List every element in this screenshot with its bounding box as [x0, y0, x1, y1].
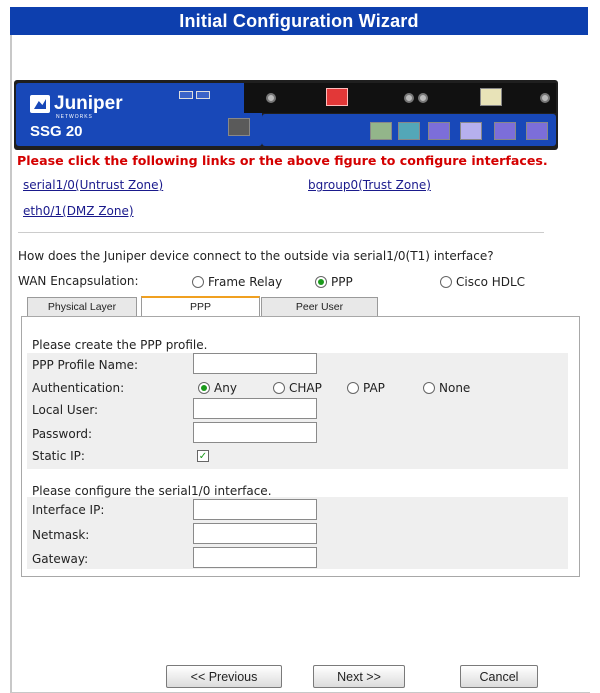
- ppp-profile-name-input[interactable]: [193, 353, 317, 374]
- static-ip-label: Static IP:: [32, 449, 85, 463]
- gateway-label: Gateway:: [32, 552, 89, 566]
- radio-auth-any-label: Any: [214, 381, 237, 395]
- wizard-title: Initial Configuration Wizard: [10, 7, 588, 35]
- netmask-label: Netmask:: [32, 528, 90, 542]
- eth-port-icon[interactable]: [428, 122, 450, 140]
- device-figure[interactable]: Juniper NETWORKS SSG 20: [14, 80, 558, 150]
- next-button[interactable]: Next >>: [313, 665, 405, 688]
- tab-peer-user[interactable]: Peer User: [261, 297, 378, 316]
- gateway-input[interactable]: [193, 547, 317, 568]
- device-front-panel: Juniper NETWORKS SSG 20: [16, 83, 262, 146]
- authentication-label: Authentication:: [32, 381, 125, 395]
- configure-notice: Please click the following links or the …: [17, 153, 548, 168]
- radio-auth-pap-label: PAP: [363, 381, 385, 395]
- link-serial-untrust[interactable]: serial1/0(Untrust Zone): [23, 178, 163, 192]
- radio-ppp[interactable]: PPP: [315, 275, 353, 289]
- radio-ppp-label: PPP: [331, 275, 353, 289]
- radio-auth-chap[interactable]: CHAP: [273, 381, 322, 395]
- radio-auth-none-label: None: [439, 381, 471, 395]
- netmask-input[interactable]: [193, 523, 317, 544]
- screw-icon: [404, 93, 414, 103]
- cancel-button[interactable]: Cancel: [460, 665, 538, 688]
- usb-port-icon: [196, 91, 210, 99]
- serial-section-heading: Please configure the serial1/0 interface…: [32, 484, 272, 498]
- usb-port-icon: [179, 91, 193, 99]
- juniper-logo: Juniper NETWORKS: [30, 93, 123, 120]
- console-port-icon[interactable]: [228, 118, 250, 136]
- radio-selected-icon[interactable]: [315, 276, 327, 288]
- password-input[interactable]: [193, 422, 317, 443]
- device-brand-sub: NETWORKS: [56, 114, 93, 120]
- radio-icon[interactable]: [192, 276, 204, 288]
- radio-selected-icon[interactable]: [198, 382, 210, 394]
- link-bgroup-trust[interactable]: bgroup0(Trust Zone): [308, 178, 431, 192]
- radio-icon[interactable]: [440, 276, 452, 288]
- radio-auth-pap[interactable]: PAP: [347, 381, 385, 395]
- static-ip-checkbox[interactable]: ✓: [197, 450, 209, 462]
- eth-port-icon[interactable]: [526, 122, 548, 140]
- divider: [18, 232, 544, 233]
- radio-icon[interactable]: [423, 382, 435, 394]
- local-user-input[interactable]: [193, 398, 317, 419]
- radio-frame-relay[interactable]: Frame Relay: [192, 275, 282, 289]
- device-model: SSG 20: [30, 123, 83, 140]
- eth-port-icon[interactable]: [370, 122, 392, 140]
- frame-left-border: [10, 35, 12, 693]
- radio-auth-any[interactable]: Any: [198, 381, 237, 395]
- device-brand: Juniper: [54, 93, 123, 114]
- radio-cisco-hdlc-label: Cisco HDLC: [456, 275, 526, 289]
- radio-auth-chap-label: CHAP: [289, 381, 322, 395]
- password-label: Password:: [32, 427, 93, 441]
- local-user-label: Local User:: [32, 403, 99, 417]
- interface-ip-label: Interface IP:: [32, 503, 105, 517]
- eth-port-icon[interactable]: [398, 122, 420, 140]
- radio-frame-relay-label: Frame Relay: [208, 275, 283, 289]
- previous-button[interactable]: << Previous: [166, 665, 282, 688]
- screw-icon: [266, 93, 276, 103]
- screw-icon: [540, 93, 550, 103]
- radio-cisco-hdlc[interactable]: Cisco HDLC: [440, 275, 525, 289]
- interface-ip-input[interactable]: [193, 499, 317, 520]
- checkmark-icon: ✓: [198, 450, 208, 462]
- link-eth-dmz[interactable]: eth0/1(DMZ Zone): [23, 204, 134, 218]
- juniper-logo-icon: [30, 95, 50, 113]
- tab-physical-layer[interactable]: Physical Layer: [27, 297, 137, 316]
- serial-port-icon[interactable]: [326, 88, 348, 106]
- wan-encapsulation-label: WAN Encapsulation:: [18, 274, 139, 288]
- radio-auth-none[interactable]: None: [423, 381, 470, 395]
- connection-question: How does the Juniper device connect to t…: [18, 249, 494, 263]
- ppp-profile-name-label: PPP Profile Name:: [32, 358, 139, 372]
- device-top-slot: [244, 83, 556, 113]
- radio-icon[interactable]: [347, 382, 359, 394]
- screw-icon: [418, 93, 428, 103]
- ppp-section-heading: Please create the PPP profile.: [32, 338, 208, 352]
- tab-ppp[interactable]: PPP: [141, 296, 260, 316]
- eth-port-icon[interactable]: [460, 122, 482, 140]
- slot-port-icon[interactable]: [480, 88, 502, 106]
- device-bottom-ports: [262, 114, 556, 146]
- eth-port-icon[interactable]: [494, 122, 516, 140]
- radio-icon[interactable]: [273, 382, 285, 394]
